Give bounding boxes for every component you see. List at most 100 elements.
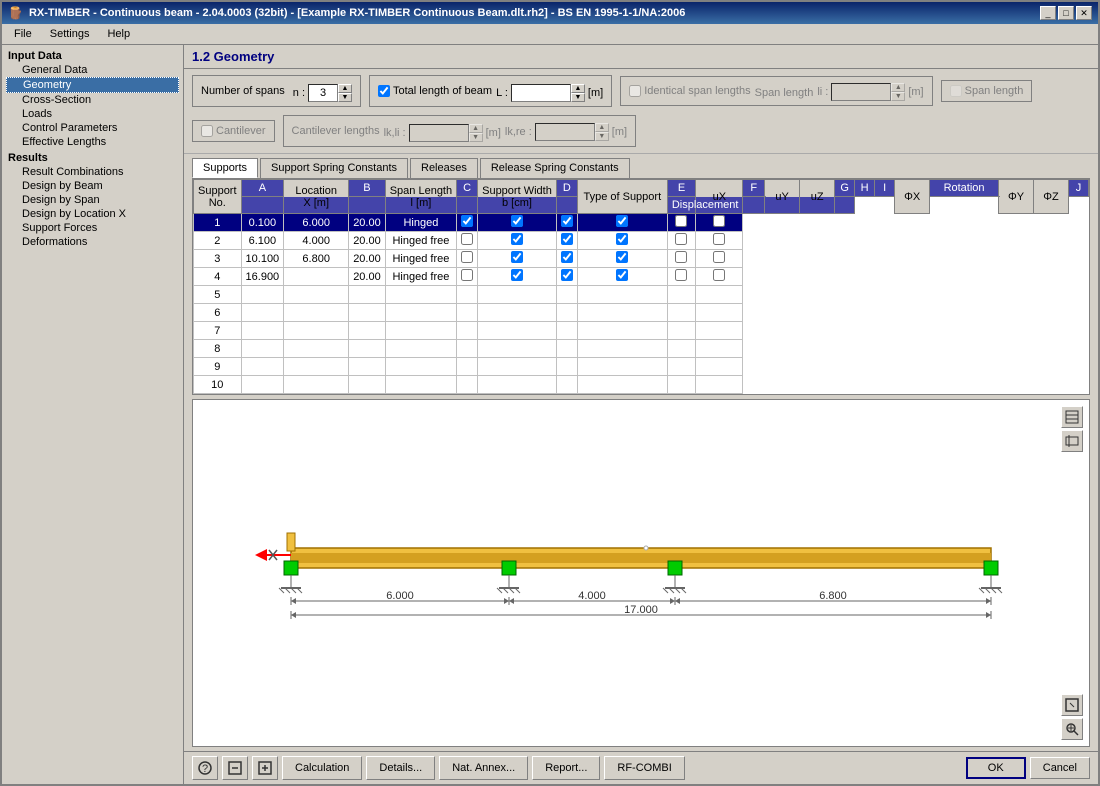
cell-uz-checkbox[interactable]	[561, 251, 573, 263]
cell-width[interactable]: 20.00	[349, 268, 386, 286]
ok-button[interactable]: OK	[966, 757, 1026, 779]
cell-py-checkbox[interactable]	[675, 233, 687, 245]
cell-pz-checkbox[interactable]	[713, 233, 725, 245]
cell-uz-checkbox[interactable]	[561, 215, 573, 227]
cell-uz[interactable]	[556, 250, 577, 268]
footer-icon-3[interactable]	[252, 756, 278, 780]
table-row[interactable]: 310.1006.80020.00Hinged free	[194, 250, 1089, 268]
cell-pz[interactable]	[696, 214, 743, 232]
cell-no[interactable]: 6	[194, 304, 242, 322]
cell-uy[interactable]	[478, 232, 557, 250]
cell-px[interactable]	[577, 268, 667, 286]
cell-pz[interactable]	[696, 268, 743, 286]
menu-settings[interactable]: Settings	[42, 26, 98, 42]
l-spin-down[interactable]: ▼	[571, 93, 585, 102]
cell-width[interactable]: 20.00	[349, 214, 386, 232]
cell-py[interactable]	[667, 250, 695, 268]
cell-pz[interactable]	[696, 232, 743, 250]
cell-py[interactable]	[667, 214, 695, 232]
cell-ux-checkbox[interactable]	[461, 269, 473, 281]
span-length-checkbox[interactable]	[950, 85, 962, 97]
cell-no[interactable]: 4	[194, 268, 242, 286]
cell-uz[interactable]	[556, 232, 577, 250]
cell-x[interactable]: 10.100	[241, 250, 284, 268]
cell-uy[interactable]	[478, 214, 557, 232]
cell-no[interactable]: 2	[194, 232, 242, 250]
tab-support-spring[interactable]: Support Spring Constants	[260, 158, 408, 178]
table-row[interactable]: 416.900 20.00Hinged free	[194, 268, 1089, 286]
close-button[interactable]: ✕	[1076, 6, 1092, 20]
cell-py-checkbox[interactable]	[675, 251, 687, 263]
cell-pz-checkbox[interactable]	[713, 215, 725, 227]
table-row[interactable]: 8	[194, 340, 1089, 358]
cell-py-checkbox[interactable]	[675, 269, 687, 281]
report-button[interactable]: Report...	[532, 756, 600, 780]
rf-combi-button[interactable]: RF-COMBI	[604, 756, 684, 780]
cell-px-checkbox[interactable]	[616, 233, 628, 245]
cell-px-checkbox[interactable]	[616, 251, 628, 263]
sidebar-item-geometry[interactable]: Geometry	[6, 77, 179, 93]
cell-uz-checkbox[interactable]	[561, 269, 573, 281]
sidebar-item-support-forces[interactable]: Support Forces	[6, 221, 179, 235]
sidebar-item-design-by-location[interactable]: Design by Location X	[6, 207, 179, 221]
sidebar-item-control-parameters[interactable]: Control Parameters	[6, 121, 179, 135]
cancel-button[interactable]: Cancel	[1030, 757, 1090, 779]
cell-span[interactable]: 4.000	[284, 232, 349, 250]
table-row[interactable]: 6	[194, 304, 1089, 322]
n-spinner[interactable]: 3 ▲ ▼	[308, 84, 352, 102]
cell-uy-checkbox[interactable]	[511, 269, 523, 281]
cell-px[interactable]	[577, 250, 667, 268]
cell-ux[interactable]	[457, 232, 478, 250]
l-spinner[interactable]: 17.000 ▲ ▼	[511, 84, 585, 102]
cell-pz-checkbox[interactable]	[713, 251, 725, 263]
identical-spans-checkbox[interactable]	[629, 85, 641, 97]
cell-px[interactable]	[577, 232, 667, 250]
table-row[interactable]: 26.1004.00020.00Hinged free	[194, 232, 1089, 250]
cell-uy-checkbox[interactable]	[511, 215, 523, 227]
tab-release-spring[interactable]: Release Spring Constants	[480, 158, 630, 178]
sidebar-item-cross-section[interactable]: Cross-Section	[6, 93, 179, 107]
cell-no[interactable]: 5	[194, 286, 242, 304]
cell-pz-checkbox[interactable]	[713, 269, 725, 281]
cell-uy[interactable]	[478, 268, 557, 286]
total-length-checkbox[interactable]	[378, 85, 390, 97]
cell-type[interactable]: Hinged	[385, 214, 456, 232]
cell-type[interactable]: Hinged free	[385, 232, 456, 250]
cell-x[interactable]: 0.100	[241, 214, 284, 232]
cell-uz[interactable]	[556, 214, 577, 232]
cell-pz[interactable]	[696, 250, 743, 268]
cell-no[interactable]: 8	[194, 340, 242, 358]
cell-ux[interactable]	[457, 268, 478, 286]
table-row[interactable]: 9	[194, 358, 1089, 376]
table-row[interactable]: 7	[194, 322, 1089, 340]
sidebar-item-loads[interactable]: Loads	[6, 107, 179, 121]
cell-type[interactable]: Hinged free	[385, 268, 456, 286]
cell-width[interactable]: 20.00	[349, 250, 386, 268]
cell-ux[interactable]	[457, 214, 478, 232]
table-row[interactable]: 10.1006.00020.00Hinged	[194, 214, 1089, 232]
cell-py[interactable]	[667, 232, 695, 250]
nat-annex-button[interactable]: Nat. Annex...	[439, 756, 528, 780]
l-spin-up[interactable]: ▲	[571, 84, 585, 93]
sidebar-item-effective-lengths[interactable]: Effective Lengths	[6, 135, 179, 149]
cell-span[interactable]: 6.000	[284, 214, 349, 232]
cell-uy-checkbox[interactable]	[511, 251, 523, 263]
footer-icon-1[interactable]: ?	[192, 756, 218, 780]
n-spin-up[interactable]: ▲	[338, 84, 352, 93]
sidebar-item-design-by-beam[interactable]: Design by Beam	[6, 179, 179, 193]
cell-py-checkbox[interactable]	[675, 215, 687, 227]
sidebar-item-general-data[interactable]: General Data	[6, 63, 179, 77]
diagram-tool-1[interactable]	[1061, 406, 1083, 428]
cell-ux[interactable]	[457, 250, 478, 268]
cell-uz-checkbox[interactable]	[561, 233, 573, 245]
cell-span[interactable]: 6.800	[284, 250, 349, 268]
cell-px[interactable]	[577, 214, 667, 232]
cell-x[interactable]: 16.900	[241, 268, 284, 286]
cell-px-checkbox[interactable]	[616, 215, 628, 227]
cell-ux-checkbox[interactable]	[461, 233, 473, 245]
cell-uy[interactable]	[478, 250, 557, 268]
n-spin-down[interactable]: ▼	[338, 93, 352, 102]
cell-uz[interactable]	[556, 268, 577, 286]
menu-file[interactable]: File	[6, 26, 40, 42]
sidebar-item-deformations[interactable]: Deformations	[6, 235, 179, 249]
